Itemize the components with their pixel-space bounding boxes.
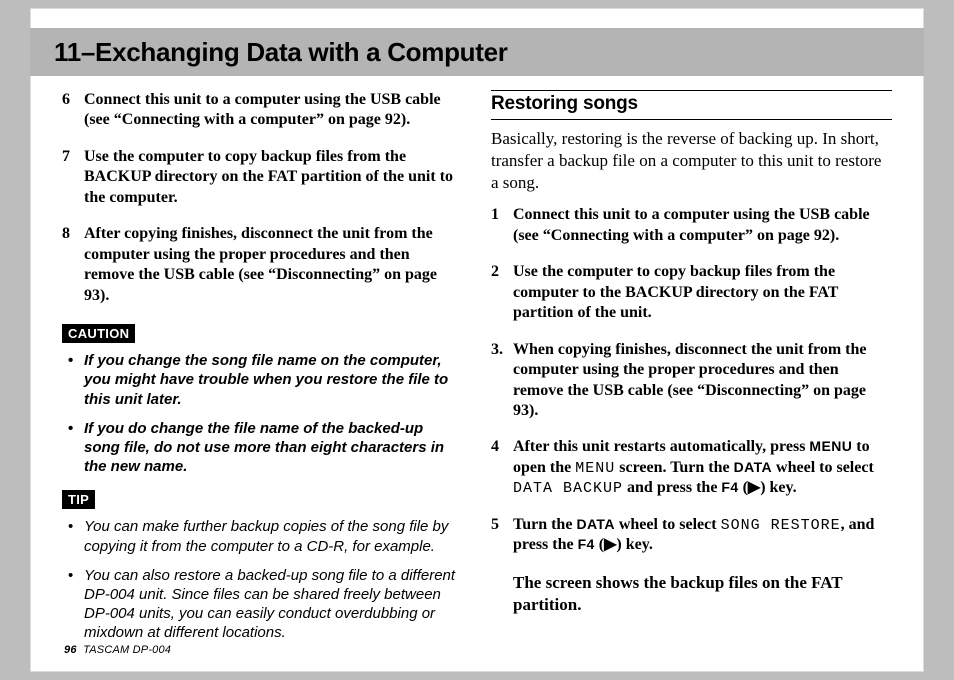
step-text: Connect this unit to a computer using th…	[84, 91, 441, 128]
step-text: Use the computer to copy backup files fr…	[84, 148, 453, 206]
section-heading: Restoring songs	[491, 90, 892, 120]
step-text: Connect this unit to a computer using th…	[513, 206, 870, 243]
caution-list: If you change the song file name on the …	[62, 351, 463, 476]
right-column: Restoring songs Basically, restoring is …	[491, 90, 892, 654]
step-item: 4 After this unit restarts automatically…	[491, 437, 892, 498]
step-text: Use the computer to copy backup files fr…	[513, 263, 838, 321]
step-number: 1	[491, 205, 499, 225]
page-number: 96	[64, 644, 77, 656]
caution-item: If you change the song file name on the …	[66, 351, 463, 409]
product-name: TASCAM DP-004	[83, 644, 171, 656]
step-text: Turn the DATA wheel to select SONG RESTO…	[513, 516, 874, 553]
right-steps: 1 Connect this unit to a computer using …	[491, 205, 892, 556]
step-text: After this unit restarts automatically, …	[513, 438, 874, 496]
chapter-title: 11–Exchanging Data with a Computer	[54, 37, 508, 68]
page-footer: 96 TASCAM DP-004	[64, 644, 171, 656]
step-item: 2 Use the computer to copy backup files …	[491, 262, 892, 323]
manual-page: 11–Exchanging Data with a Computer 6 Con…	[30, 8, 924, 672]
tip-label: TIP	[62, 490, 95, 509]
step-item: 3. When copying finishes, disconnect the…	[491, 340, 892, 422]
step-text: When copying finishes, disconnect the un…	[513, 341, 867, 419]
step-item: 8 After copying finishes, disconnect the…	[62, 224, 463, 306]
step-item: 7 Use the computer to copy backup files …	[62, 147, 463, 208]
step-number: 7	[62, 147, 70, 167]
section-intro: Basically, restoring is the reverse of b…	[491, 128, 892, 193]
caution-item: If you do change the file name of the ba…	[66, 419, 463, 477]
step-number: 5	[491, 515, 499, 535]
step-item: 5 Turn the DATA wheel to select SONG RES…	[491, 515, 892, 556]
step-item: 6 Connect this unit to a computer using …	[62, 90, 463, 131]
chapter-heading-bar: 11–Exchanging Data with a Computer	[30, 28, 924, 76]
step-item: 1 Connect this unit to a computer using …	[491, 205, 892, 246]
step-number: 6	[62, 90, 70, 110]
step-text: After copying finishes, disconnect the u…	[84, 225, 437, 303]
tip-item: You can also restore a backed-up song fi…	[66, 566, 463, 643]
caution-label: CAUTION	[62, 324, 135, 343]
step-number: 8	[62, 224, 70, 244]
tip-item: You can make further backup copies of th…	[66, 517, 463, 555]
step-number: 3.	[491, 340, 503, 360]
step-number: 4	[491, 437, 499, 457]
section-outro: The screen shows the backup files on the…	[513, 572, 892, 616]
two-column-layout: 6 Connect this unit to a computer using …	[62, 90, 892, 654]
step-number: 2	[491, 262, 499, 282]
left-column: 6 Connect this unit to a computer using …	[62, 90, 463, 654]
left-steps: 6 Connect this unit to a computer using …	[62, 90, 463, 306]
tip-list: You can make further backup copies of th…	[62, 517, 463, 642]
